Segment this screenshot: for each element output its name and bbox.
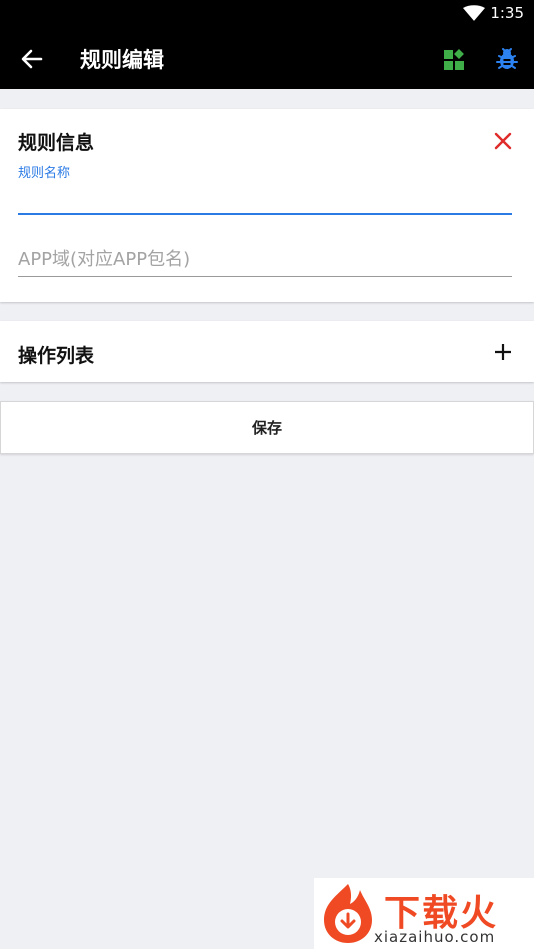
back-button[interactable] bbox=[16, 45, 48, 73]
widgets-icon bbox=[444, 49, 464, 70]
app-toolbar: 规则编辑 bbox=[0, 28, 534, 89]
flame-logo-icon bbox=[324, 884, 372, 943]
debug-button[interactable] bbox=[493, 45, 521, 73]
close-icon bbox=[494, 132, 512, 150]
page-title: 规则编辑 bbox=[80, 48, 164, 72]
rule-info-card: 规则信息 规则名称 bbox=[0, 109, 534, 302]
wifi-icon bbox=[463, 5, 485, 21]
plus-icon bbox=[495, 344, 511, 360]
rule-name-input[interactable] bbox=[18, 179, 512, 215]
watermark: 下载火 xiazaihuo.com bbox=[314, 878, 534, 949]
action-list-title: 操作列表 bbox=[18, 345, 95, 367]
watermark-url: xiazaihuo.com bbox=[374, 928, 496, 946]
status-time: 1:35 bbox=[490, 4, 524, 22]
bug-icon bbox=[496, 48, 518, 69]
app-domain-input[interactable] bbox=[18, 243, 512, 277]
save-button[interactable]: 保存 bbox=[0, 401, 534, 454]
add-action-button[interactable] bbox=[491, 340, 515, 364]
arrow-left-icon bbox=[21, 49, 43, 69]
rule-info-title: 规则信息 bbox=[18, 132, 95, 154]
widgets-button[interactable] bbox=[440, 45, 468, 73]
close-button[interactable] bbox=[490, 128, 516, 154]
action-list-card: 操作列表 bbox=[0, 321, 534, 382]
status-bar: 1:35 bbox=[0, 0, 534, 28]
